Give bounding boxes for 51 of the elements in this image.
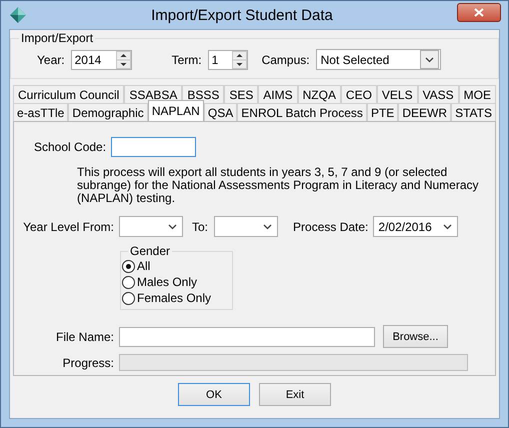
file-name-field[interactable] [119, 326, 375, 346]
tab[interactable]: VELS [376, 85, 418, 103]
year-spinner[interactable]: 2014 [70, 50, 132, 70]
tab[interactable]: Curriculum Council [13, 85, 124, 103]
close-icon [474, 8, 484, 16]
tab[interactable]: SES [224, 85, 258, 103]
close-button[interactable] [457, 2, 501, 22]
tab[interactable]: AIMS [258, 85, 298, 103]
spinner-arrows-icon[interactable] [232, 50, 247, 68]
spinner-arrows-icon[interactable] [116, 50, 131, 68]
dialog-button[interactable]: Exit [259, 383, 331, 406]
to-label: To: [192, 220, 208, 234]
tab[interactable]: PTE [366, 103, 398, 121]
process-date-picker[interactable]: 2/02/2016 [373, 216, 458, 237]
radio-button[interactable] [122, 260, 135, 272]
group-title: Gender [128, 244, 172, 258]
tab[interactable]: QSA [204, 103, 238, 121]
browse-button[interactable]: Browse... [383, 325, 448, 348]
campus-dropdown[interactable]: Not Selected [316, 49, 441, 70]
year-level-from-label: Year Level From: [22, 220, 114, 234]
tab[interactable]: BSSS [182, 85, 224, 103]
radio-label[interactable]: Females Only [137, 291, 212, 305]
group-title: Import/Export [19, 31, 96, 45]
radio-label[interactable]: All [137, 259, 150, 273]
radio-label[interactable]: Males Only [137, 275, 198, 289]
radio-button[interactable] [122, 292, 135, 304]
tab[interactable]: NZQA [298, 85, 341, 103]
dialog-button[interactable]: OK [178, 383, 250, 406]
tab[interactable]: SSABSA [124, 85, 182, 103]
school-code-field[interactable] [111, 137, 196, 157]
tab[interactable]: e-asTTle [13, 103, 68, 121]
tab[interactable]: CEO [340, 85, 377, 103]
window-title: Import/Export Student Data [150, 6, 334, 24]
tab[interactable]: MOE [458, 85, 496, 103]
radio-button[interactable] [122, 276, 135, 288]
school-code-label: School Code: [34, 140, 106, 154]
term-spinner[interactable]: 1 [208, 50, 248, 70]
campus-label: Campus: [262, 52, 310, 66]
process-date-label: Process Date: [293, 220, 368, 234]
tab[interactable]: VASS [418, 85, 459, 103]
file-name-label: File Name: [54, 330, 114, 344]
tab[interactable]: DEEWR [398, 103, 452, 121]
term-label: Term: [172, 52, 202, 66]
tab[interactable]: NAPLAN [148, 100, 204, 121]
tab[interactable]: STATS [451, 103, 496, 121]
diamond-icon [9, 6, 27, 24]
tab[interactable]: ENROL Batch Process [237, 103, 367, 121]
progress-label: Progress: [62, 356, 114, 370]
year-label: Year: [37, 52, 65, 66]
description-text: This process will export all students in years 3, 5, 7 and 9 (or selected subrange) for the National Assessments Program in Literacy and Numeracy (NAPLAN) testing. [77, 166, 480, 205]
tab[interactable]: Demographic [68, 103, 148, 121]
